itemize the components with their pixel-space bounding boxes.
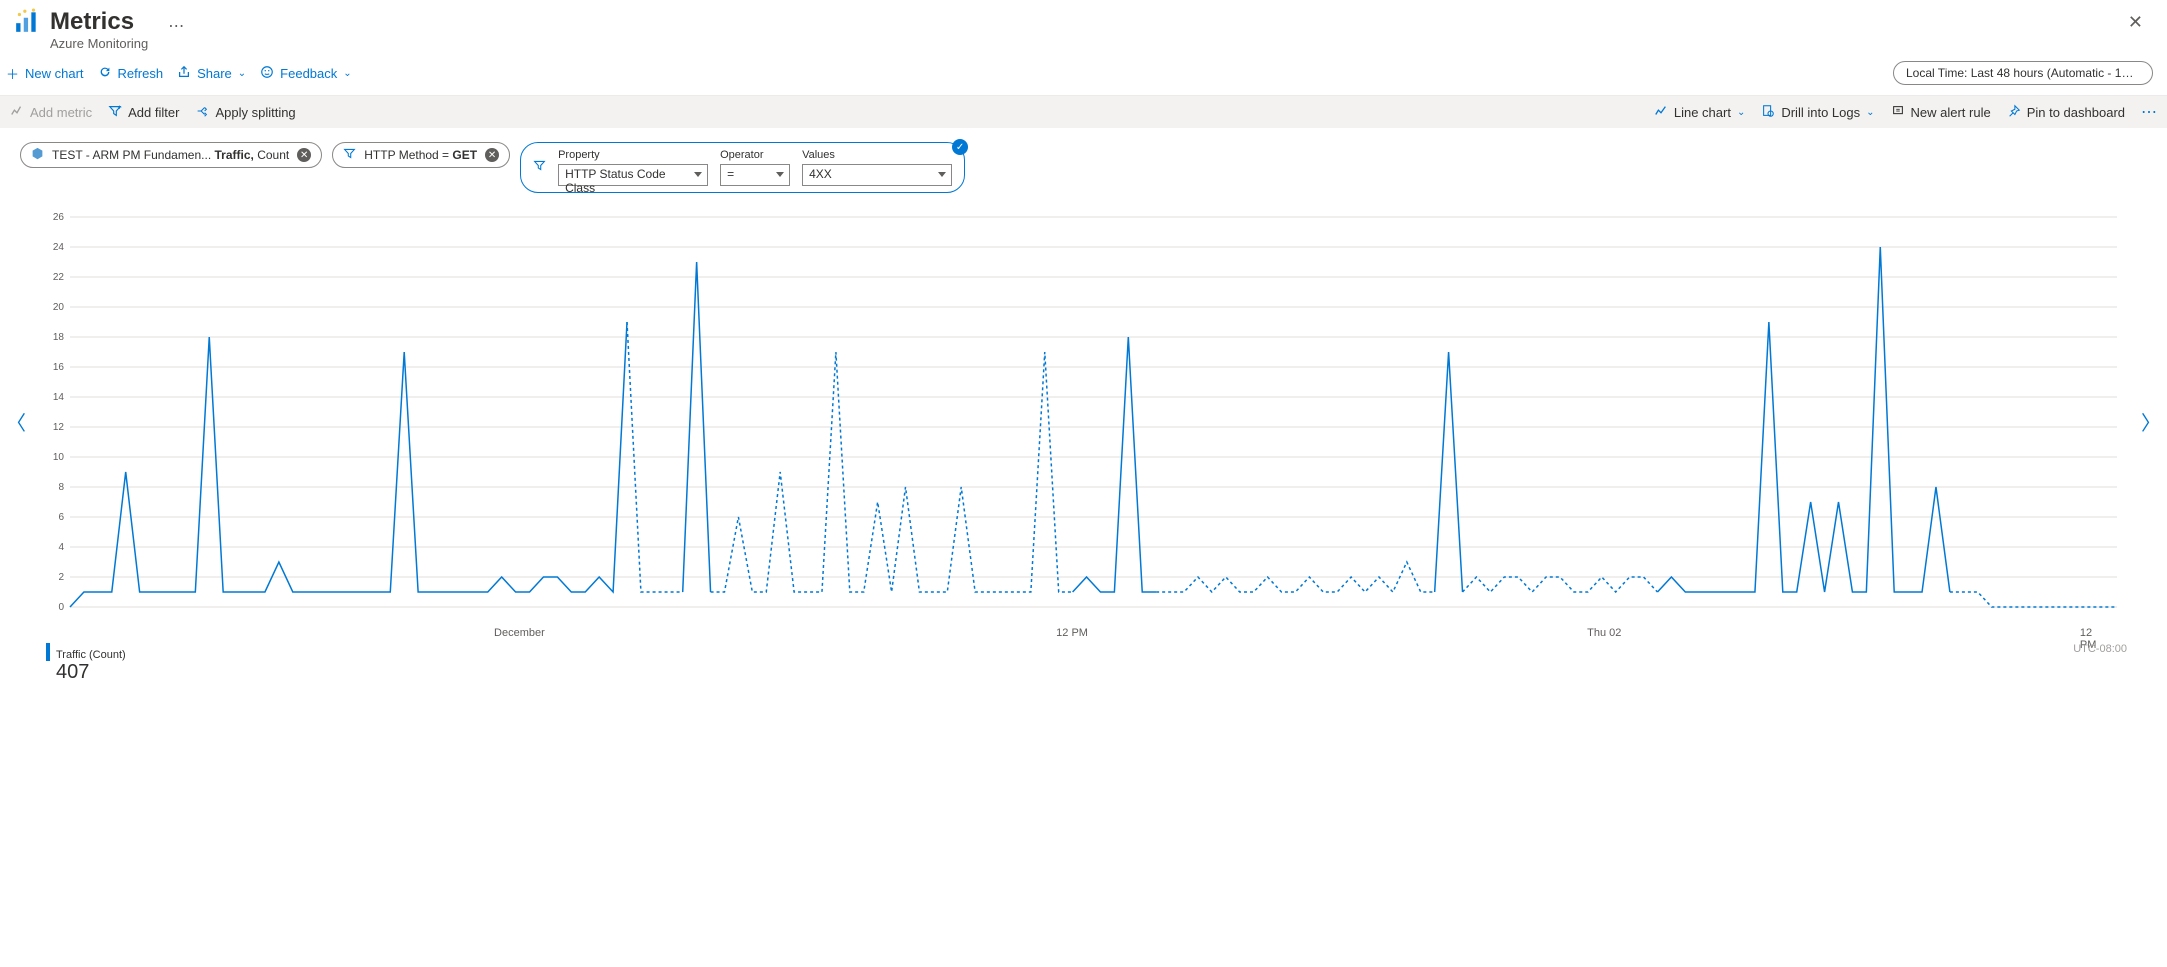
legend-value: 407 <box>46 661 2167 684</box>
line-chart-icon <box>1654 104 1668 121</box>
metrics-icon <box>14 8 40 39</box>
chevron-down-icon: ⌄ <box>1866 107 1874 118</box>
svg-text:8: 8 <box>58 482 64 493</box>
svg-text:16: 16 <box>53 362 65 373</box>
chevron-down-icon: ⌄ <box>1737 107 1745 118</box>
more-button[interactable]: ⋯ <box>2141 102 2157 122</box>
legend-name: Traffic (Count) <box>46 643 2167 661</box>
metric-pill[interactable]: TEST - ARM PM Fundamen... Traffic, Count… <box>20 142 322 168</box>
metric-icon <box>10 104 24 121</box>
refresh-button[interactable]: Refresh <box>98 65 164 82</box>
line-chart[interactable]: 02468101214161820222426 <box>40 207 2127 627</box>
title-bar: Metrics Azure Monitoring ⋯ ✕ <box>0 0 2167 55</box>
apply-splitting-button[interactable]: Apply splitting <box>195 104 295 121</box>
chart-type-button[interactable]: Line chart ⌄ <box>1654 104 1745 121</box>
svg-text:0: 0 <box>58 602 64 613</box>
pin-button[interactable]: Pin to dashboard <box>2007 104 2125 121</box>
x-axis-labels: December12 PMThu 0212 PM <box>40 627 2127 643</box>
resource-hex-icon <box>31 147 44 163</box>
remove-pill-button[interactable]: ✕ <box>485 148 499 162</box>
operator-label: Operator <box>720 149 790 161</box>
funnel-icon <box>343 147 356 163</box>
svg-text:26: 26 <box>53 212 65 223</box>
property-select[interactable]: HTTP Status Code Class <box>558 164 708 186</box>
utc-offset-label: UTC-08:00 <box>2073 643 2127 655</box>
pin-icon <box>2007 104 2021 121</box>
funnel-plus-icon: + <box>108 104 122 121</box>
close-button[interactable]: ✕ <box>2118 8 2153 37</box>
svg-text:22: 22 <box>53 272 65 283</box>
metric-pills-row: TEST - ARM PM Fundamen... Traffic, Count… <box>0 128 2167 207</box>
svg-text:20: 20 <box>53 302 65 313</box>
add-filter-button[interactable]: + Add filter <box>108 104 179 121</box>
page-subtitle: Azure Monitoring <box>50 36 148 51</box>
x-tick-label: December <box>494 627 545 639</box>
plus-icon: ＋ <box>6 64 19 83</box>
chevron-down-icon: ⌄ <box>343 68 351 79</box>
new-alert-button[interactable]: New alert rule <box>1891 104 1991 121</box>
filter-pill[interactable]: HTTP Method = GET ✕ <box>332 142 510 168</box>
x-tick-label: 12 PM <box>1056 627 1088 639</box>
command-bar: ＋ New chart Refresh Share ⌄ Feedback ⌄ L… <box>0 55 2167 96</box>
prev-arrow[interactable]: 〈 <box>6 407 26 436</box>
refresh-icon <box>98 65 112 82</box>
property-label: Property <box>558 149 708 161</box>
new-chart-button[interactable]: ＋ New chart <box>6 64 84 83</box>
logs-icon <box>1761 104 1775 121</box>
svg-text:6: 6 <box>58 512 64 523</box>
svg-text:14: 14 <box>53 392 65 403</box>
svg-text:12: 12 <box>53 422 65 433</box>
remove-pill-button[interactable]: ✕ <box>297 148 311 162</box>
drill-logs-button[interactable]: Drill into Logs ⌄ <box>1761 104 1874 121</box>
funnel-icon <box>533 159 546 177</box>
page-title: Metrics <box>50 8 148 36</box>
filter-editor[interactable]: Property HTTP Status Code Class Operator… <box>520 142 965 193</box>
feedback-button[interactable]: Feedback ⌄ <box>260 65 351 82</box>
svg-text:4: 4 <box>58 542 64 553</box>
smiley-icon <box>260 65 274 82</box>
svg-text:+: + <box>118 104 122 111</box>
chart-toolbar: Add metric + Add filter Apply splitting … <box>0 96 2167 128</box>
svg-text:2: 2 <box>58 572 64 583</box>
operator-select[interactable]: = <box>720 164 790 186</box>
split-icon <box>195 104 209 121</box>
time-range-picker[interactable]: Local Time: Last 48 hours (Automatic - 1… <box>1893 61 2153 85</box>
alert-icon <box>1891 104 1905 121</box>
next-arrow[interactable]: 〉 <box>2141 407 2161 436</box>
svg-text:18: 18 <box>53 332 65 343</box>
svg-text:10: 10 <box>53 452 65 463</box>
chart-area: 〈 〉 02468101214161820222426 December12 P… <box>0 207 2167 643</box>
add-metric-button[interactable]: Add metric <box>10 104 92 121</box>
values-label: Values <box>802 149 952 161</box>
more-icon[interactable]: ⋯ <box>168 16 184 36</box>
svg-text:24: 24 <box>53 242 65 253</box>
x-tick-label: Thu 02 <box>1587 627 1621 639</box>
chevron-down-icon: ⌄ <box>238 68 246 79</box>
share-icon <box>177 65 191 82</box>
values-select[interactable]: 4XX <box>802 164 952 186</box>
share-button[interactable]: Share ⌄ <box>177 65 246 82</box>
